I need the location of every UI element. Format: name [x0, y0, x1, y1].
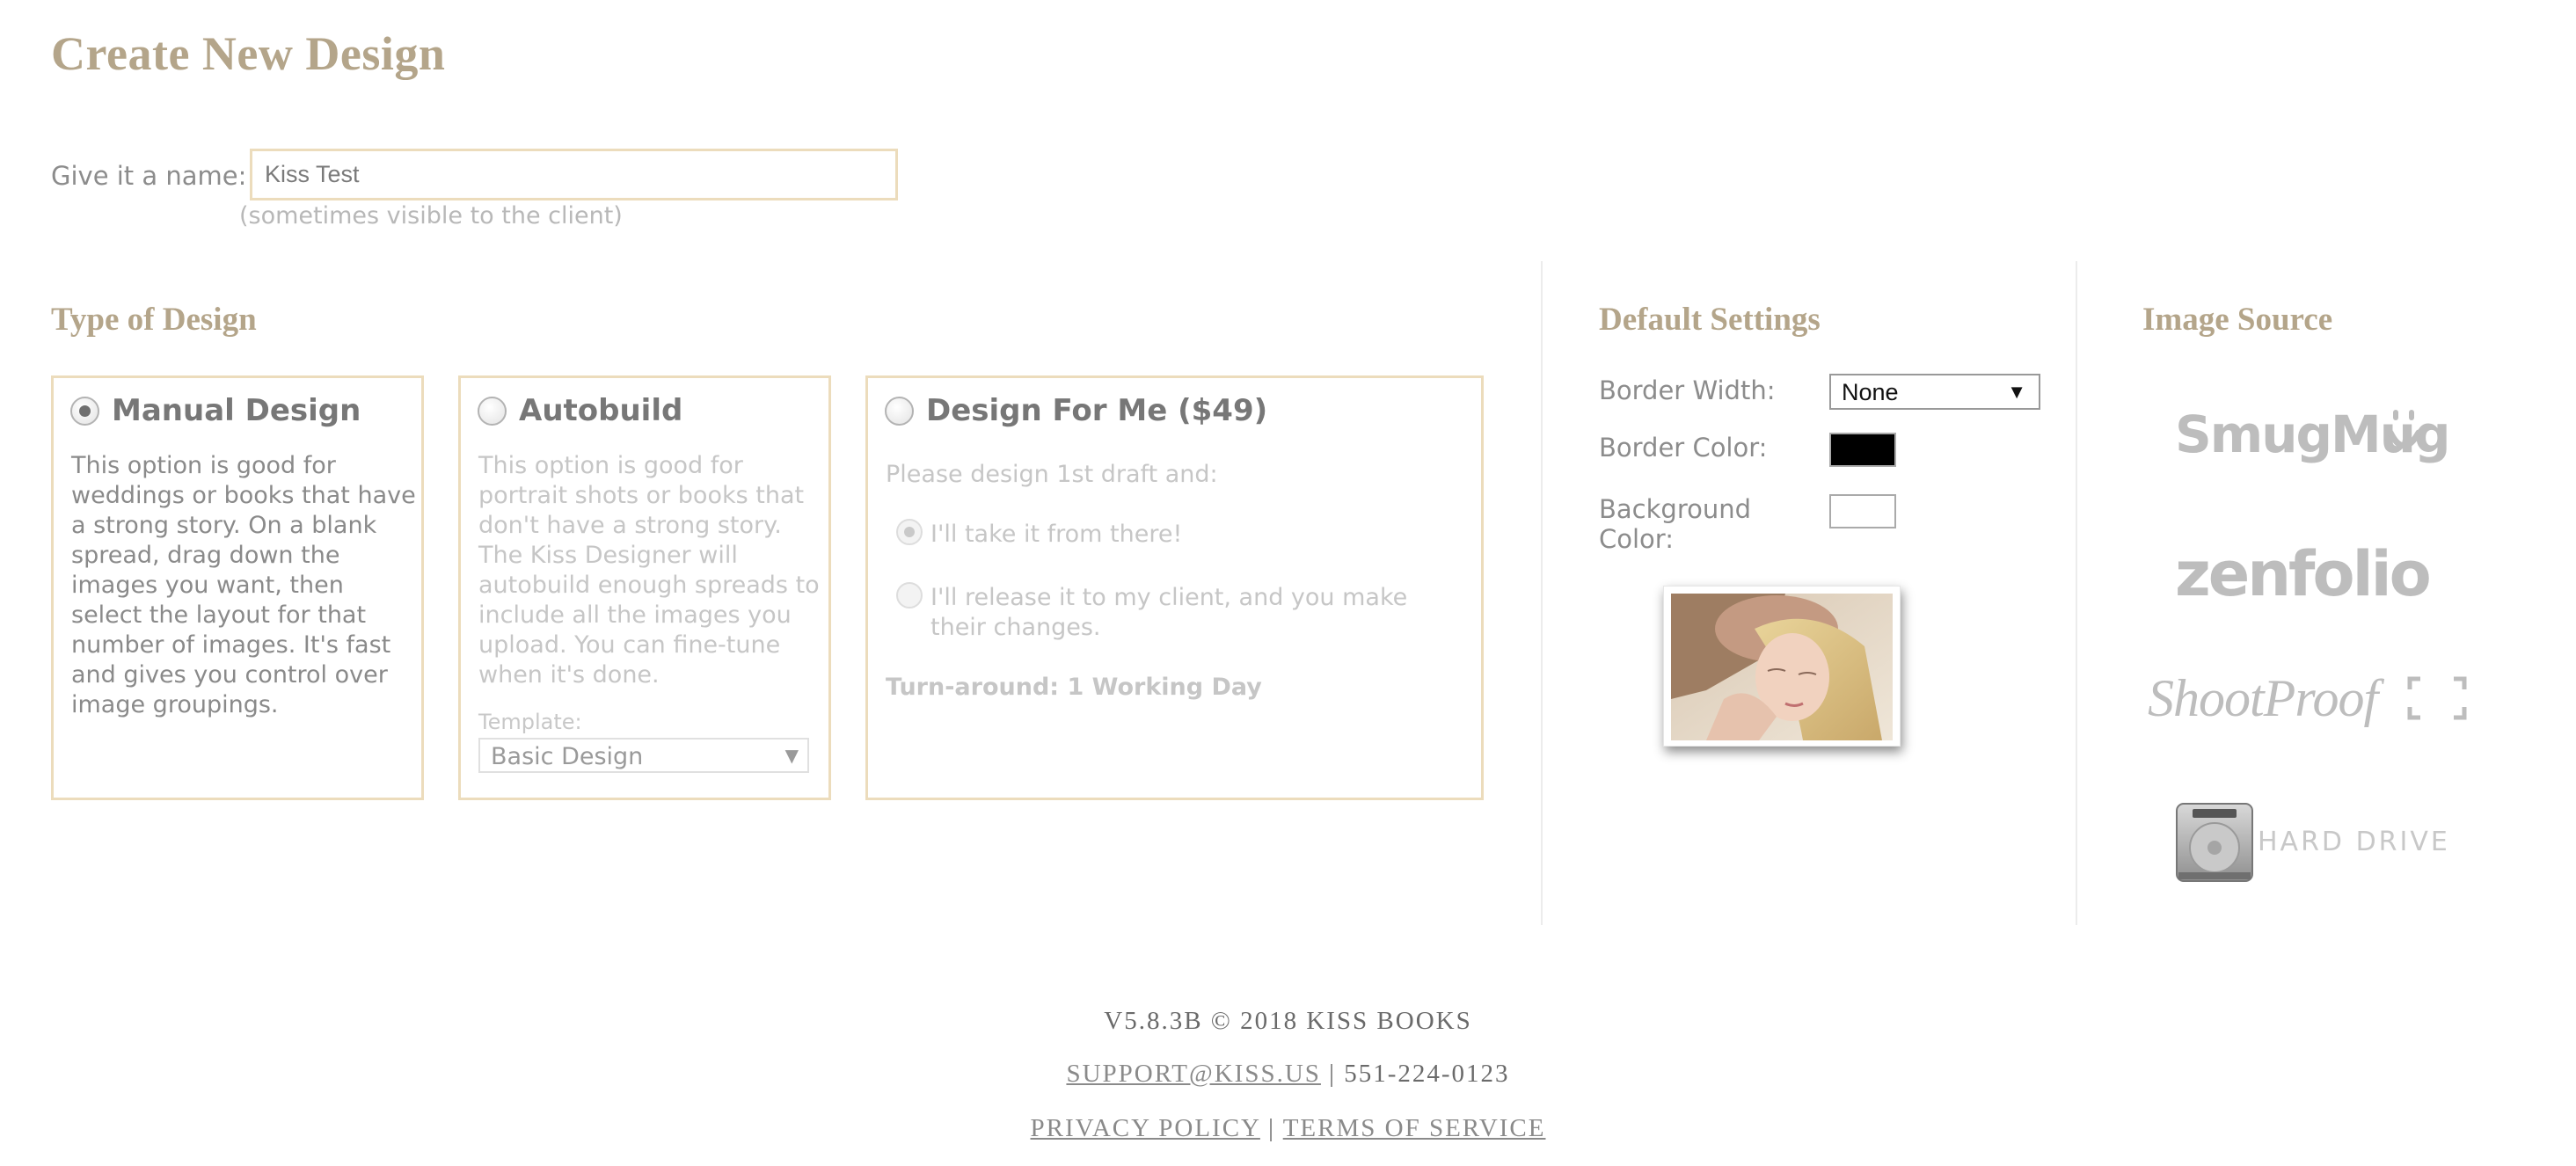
design-for-me-radio[interactable] [885, 397, 914, 426]
autobuild-title: Autobuild [519, 393, 683, 428]
support-email-link[interactable]: SUPPORT@KISS.US [1066, 1060, 1320, 1088]
autobuild-description: This option is good for portrait shots o… [478, 452, 820, 689]
release-to-client-radio[interactable] [896, 582, 923, 609]
turnaround-text: Turn-around: 1 Working Day [886, 674, 1262, 701]
preview-photo [1671, 594, 1893, 740]
shootproof-frame-icon [2407, 676, 2467, 720]
manual-design-description: This option is good for weddings or book… [71, 452, 416, 718]
autobuild-card[interactable]: Autobuild This option is good for portra… [458, 375, 831, 800]
couple-photo-image [1671, 594, 1893, 740]
border-color-label: Border Color: [1599, 433, 1768, 463]
manual-design-card[interactable]: Manual Design This option is good for we… [51, 375, 424, 800]
template-select[interactable]: Basic Design ▼ [478, 738, 809, 773]
template-label: Template: [478, 710, 582, 734]
privacy-policy-link[interactable]: PRIVACY POLICY [1031, 1114, 1260, 1142]
border-width-value: None [1842, 379, 1899, 405]
shootproof-logo-text: ShootProof [2148, 669, 2378, 727]
footer-separator: | [1268, 1114, 1275, 1142]
footer-phone: 551-224-0123 [1344, 1060, 1510, 1088]
hard-drive-icon [2176, 803, 2253, 882]
chevron-down-icon: ▼ [2007, 381, 2026, 403]
background-color-swatch[interactable] [1829, 494, 1896, 528]
chevron-down-icon: ▼ [784, 745, 799, 766]
hard-drive-source-button[interactable]: HARD DRIVE [2175, 802, 2474, 885]
design-preview [1663, 586, 1901, 747]
template-select-value: Basic Design [491, 743, 644, 770]
footer-links: PRIVACY POLICY | TERMS OF SERVICE [0, 1114, 2576, 1143]
type-of-design-title: Type of Design [51, 302, 257, 338]
border-width-label: Border Width: [1599, 375, 1776, 405]
manual-design-title: Manual Design [112, 393, 361, 428]
image-source-title: Image Source [2142, 302, 2333, 338]
border-width-select[interactable]: None ▼ [1829, 374, 2040, 410]
take-it-from-there-label: I'll take it from there! [930, 521, 1183, 548]
autobuild-radio[interactable] [478, 397, 507, 426]
terms-of-service-link[interactable]: TERMS OF SERVICE [1283, 1114, 1546, 1142]
background-color-label: Background Color: [1599, 494, 1752, 554]
section-divider [1541, 261, 1543, 925]
design-for-me-title: Design For Me ($49) [926, 393, 1268, 428]
smugmug-face-icon [2388, 410, 2422, 449]
border-color-swatch[interactable] [1829, 433, 1896, 467]
zenfolio-logo-text: zenfolio [2175, 538, 2432, 610]
manual-design-radio[interactable] [70, 397, 99, 426]
name-label: Give it a name: [51, 161, 247, 191]
hard-drive-label: HARD DRIVE [2258, 827, 2450, 857]
name-hint: (sometimes visible to the client) [239, 202, 623, 230]
design-name-input[interactable] [250, 149, 898, 200]
smugmug-source-button[interactable]: SmugMug [2175, 404, 2451, 475]
release-to-client-label: I'll release it to my client, and you ma… [930, 584, 1408, 641]
section-divider [2076, 261, 2077, 925]
footer-separator: | [1329, 1060, 1336, 1088]
shootproof-source-button[interactable]: ShootProof [2148, 668, 2467, 739]
footer-contact: SUPPORT@KISS.US | 551-224-0123 [0, 1060, 2576, 1089]
page-title: Create New Design [51, 27, 446, 80]
footer-version: V5.8.3B © 2018 KISS BOOKS [1104, 1007, 1472, 1035]
design-for-me-card[interactable]: Design For Me ($49) Please design 1st dr… [865, 375, 1484, 800]
zenfolio-source-button[interactable]: zenfolio [2175, 538, 2439, 610]
default-settings-title: Default Settings [1599, 302, 1821, 338]
take-it-from-there-radio[interactable] [896, 519, 923, 545]
design-for-me-prompt: Please design 1st draft and: [886, 461, 1218, 488]
